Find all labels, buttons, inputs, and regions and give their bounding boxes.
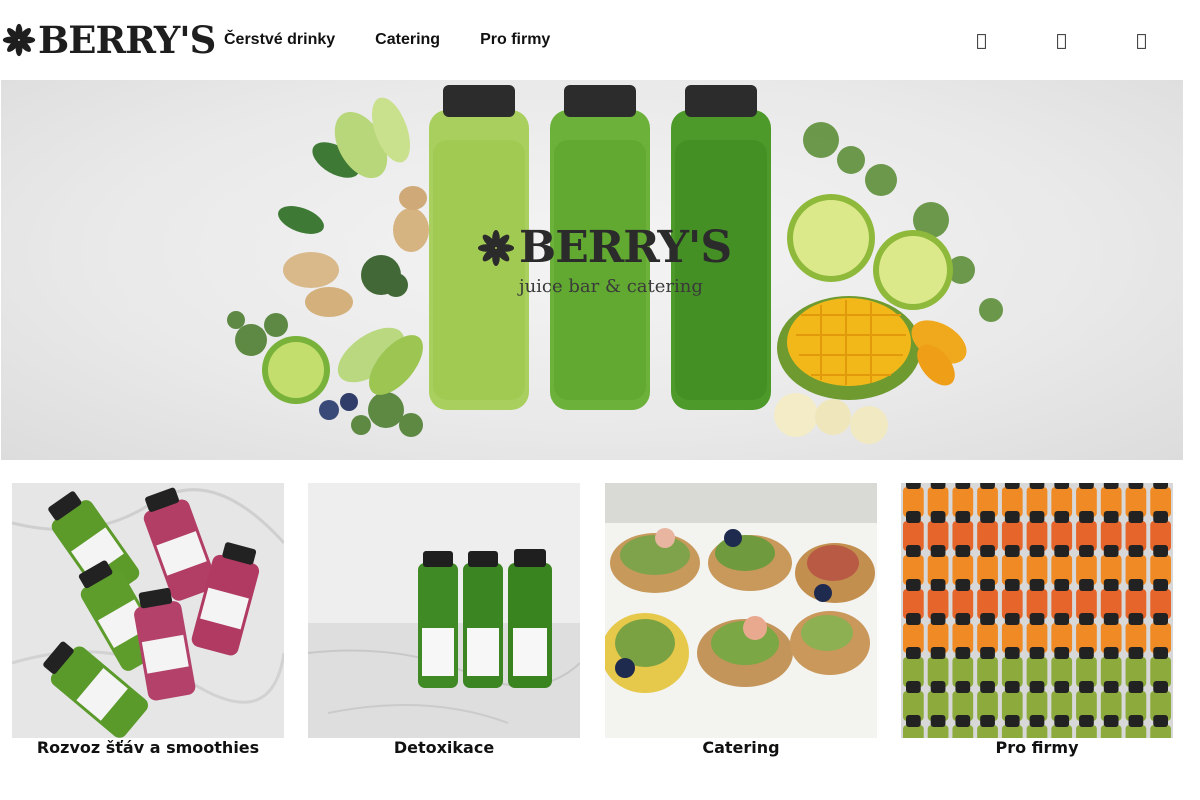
hero-logo-subtitle: juice bar & catering (519, 276, 703, 297)
logo-star-icon (2, 23, 36, 57)
site-header: BERRY'S Čerstvé drinky Catering Pro firm… (0, 0, 1200, 80)
card-rozvoz-image[interactable] (12, 483, 284, 738)
card-detoxikace-caption[interactable]: Detoxikace (308, 738, 580, 758)
card-detoxikace-image[interactable] (308, 483, 580, 738)
card-pro-firmy-caption[interactable]: Pro firmy (901, 738, 1173, 758)
cart-icon[interactable] (1134, 32, 1148, 50)
main-nav: Čerstvé drinky Catering Pro firmy (224, 30, 590, 50)
logo-text: BERRY'S (38, 17, 216, 62)
user-icon[interactable] (974, 32, 988, 50)
hero-logo: BERRY'S juice bar & catering (477, 226, 737, 296)
card-pro-firmy[interactable]: Pro firmy (901, 483, 1173, 763)
card-catering-image[interactable] (605, 483, 877, 738)
hero-banner: BERRY'S juice bar & catering (1, 80, 1183, 460)
nav-item-catering[interactable]: Catering (375, 30, 440, 50)
hero-logo-title: BERRY'S (519, 222, 732, 273)
search-icon[interactable] (1054, 32, 1068, 50)
nav-item-cerstve-drinky[interactable]: Čerstvé drinky (224, 30, 335, 50)
hero-logo-star-icon (477, 229, 515, 267)
site-logo[interactable]: BERRY'S (2, 17, 216, 62)
card-catering-caption[interactable]: Catering (605, 738, 877, 758)
nav-item-pro-firmy[interactable]: Pro firmy (480, 30, 550, 50)
card-pro-firmy-image[interactable] (901, 483, 1173, 738)
card-catering[interactable]: Catering (605, 483, 877, 763)
card-rozvoz-caption[interactable]: Rozvoz šťáv a smoothies (12, 738, 284, 758)
card-detoxikace[interactable]: Detoxikace (308, 483, 580, 763)
card-rozvoz[interactable]: Rozvoz šťáv a smoothies (12, 483, 284, 763)
